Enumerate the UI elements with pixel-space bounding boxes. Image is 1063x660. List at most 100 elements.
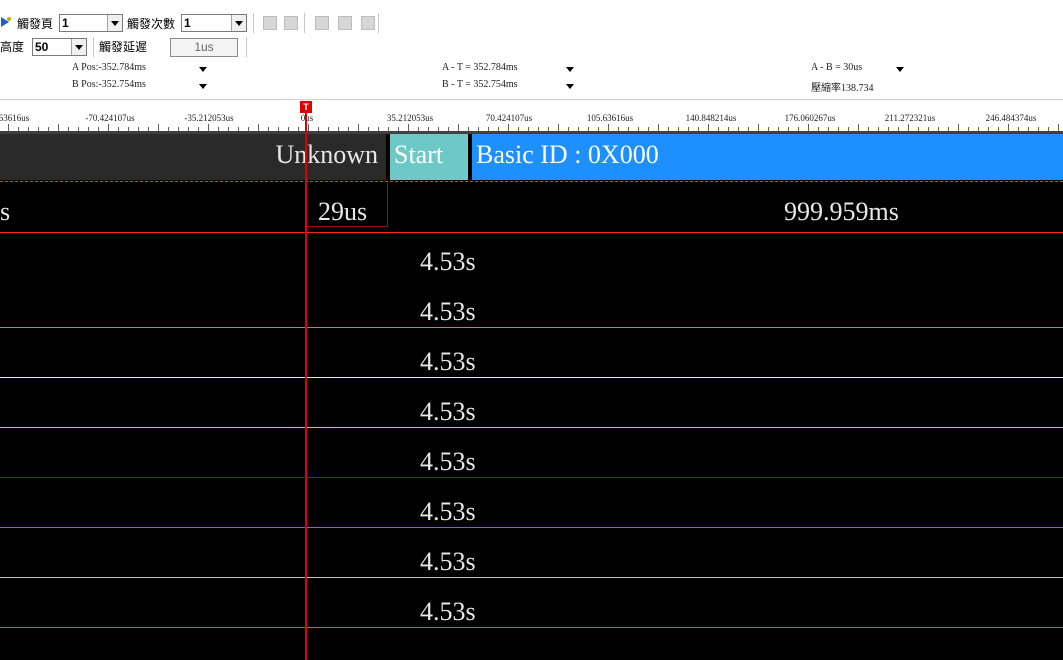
ruler-tick [858, 124, 859, 131]
chevron-down-icon[interactable] [107, 15, 122, 31]
ruler-tick-label: 211.272321us [884, 113, 936, 123]
a-position: A Pos:-352.784ms [72, 62, 146, 73]
compression-ratio: 壓縮率138.734 [811, 83, 874, 94]
channel-divider [0, 477, 1063, 478]
ruler-tick [178, 127, 179, 131]
decode-start-label: Start [394, 140, 444, 169]
ruler-tick [358, 124, 359, 131]
ruler-tick-label: 176.060267us [784, 113, 836, 123]
time-ruler[interactable]: 63616us -70.424107us -35.212053us 0us 35.212… [0, 100, 1063, 134]
ruler-tick-label: 63616us [0, 113, 30, 123]
decode-segment-unknown[interactable]: Unknown [0, 134, 386, 180]
ruler-tick [978, 127, 979, 131]
display-toolbar: 高度 50 觸發延遲 [0, 35, 1063, 59]
height-select[interactable]: 50 [32, 38, 87, 56]
ruler-tick-label: 140.848214us [685, 113, 737, 123]
chevron-down-icon[interactable] [199, 67, 207, 72]
ruler-tick [258, 124, 259, 131]
decode-unknown-label: Unknown [275, 140, 378, 169]
ruler-tick [278, 127, 279, 131]
trigger-page-select[interactable]: 1 [59, 14, 123, 32]
ruler-tick [348, 127, 349, 131]
ruler-tick [458, 124, 459, 131]
pulse-width-box [307, 183, 388, 227]
trigger-page-value: 1 [62, 16, 69, 30]
ruler-tick [908, 124, 909, 131]
ruler-tick [618, 127, 619, 131]
chevron-down-icon[interactable] [71, 39, 86, 55]
toolbar-divider [246, 37, 247, 57]
ruler-tick [1008, 124, 1009, 131]
current-trigger-icon[interactable] [338, 16, 352, 30]
ruler-tick [668, 127, 669, 131]
ruler-tick [468, 127, 469, 131]
channel-duration: 4.53s [420, 447, 476, 476]
ruler-tick [288, 127, 289, 131]
channel-duration: 4.53s [420, 597, 476, 626]
ruler-tick [708, 124, 709, 131]
a-minus-t: A - T = 352.784ms [442, 62, 518, 73]
ruler-tick [878, 127, 879, 131]
channel-duration: 4.53s [420, 497, 476, 526]
ruler-tick [128, 127, 129, 131]
ruler-tick-label: -35.212053us [184, 113, 234, 123]
trigger-count-select[interactable]: 1 [181, 14, 247, 32]
decode-segment-basic-id[interactable]: Basic ID : 0X000 [472, 134, 1063, 180]
ruler-tick [718, 127, 719, 131]
ruler-tick [1048, 127, 1049, 131]
ruler-tick [748, 127, 749, 131]
ruler-tick [268, 127, 269, 131]
ruler-tick [898, 127, 899, 131]
ruler-tick [508, 124, 509, 131]
ruler-tick-label: 105.63616us [586, 113, 634, 123]
ruler-tick [48, 127, 49, 131]
prev-trigger-icon[interactable] [315, 16, 329, 30]
ruler-tick [628, 127, 629, 131]
ruler-tick [68, 127, 69, 131]
channel-divider [0, 427, 1063, 428]
align-left-icon[interactable] [263, 16, 277, 30]
ruler-tick [248, 127, 249, 131]
next-trigger-icon[interactable] [361, 16, 375, 30]
ruler-tick [238, 127, 239, 131]
ruler-tick [528, 127, 529, 131]
ruler-tick [648, 127, 649, 131]
ruler-tick [558, 124, 559, 131]
channel-duration: 4.53s [420, 247, 476, 276]
ruler-tick [398, 127, 399, 131]
ruler-tick [758, 124, 759, 131]
ruler-tick [368, 127, 369, 131]
channel-duration: 4.53s [420, 297, 476, 326]
trigger-delay-button[interactable]: 1us [170, 38, 238, 57]
trigger-page-label: 觸發頁 [17, 17, 54, 31]
decode-basic-id-label: Basic ID : 0X000 [476, 140, 659, 169]
ruler-tick [1058, 124, 1059, 131]
align-right-icon[interactable] [284, 16, 298, 30]
ruler-tick [448, 127, 449, 131]
ruler-tick [588, 127, 589, 131]
chevron-down-icon[interactable] [566, 84, 574, 89]
ruler-tick [198, 127, 199, 131]
ruler-tick [838, 127, 839, 131]
trigger-marker[interactable]: T [300, 101, 312, 113]
decode-segment-start[interactable]: Start [390, 134, 468, 180]
ruler-tick [428, 127, 429, 131]
height-label: 高度 [0, 40, 25, 54]
channel-duration: 4.53s [420, 347, 476, 376]
cursor-info-bar: A Pos:-352.784ms B Pos:-352.754ms A - T … [0, 59, 1063, 100]
chevron-down-icon[interactable] [896, 67, 904, 72]
waveform-area[interactable]: Unknown Start Basic ID : 0X000 s 29us 99… [0, 134, 1063, 660]
chevron-down-icon[interactable] [566, 67, 574, 72]
ruler-tick [968, 127, 969, 131]
channel-divider [0, 377, 1063, 378]
trigger-settings-icon[interactable] [0, 15, 12, 29]
ruler-tick [538, 127, 539, 131]
chevron-down-icon[interactable] [199, 84, 207, 89]
ruler-tick [658, 124, 659, 131]
ruler-tick [218, 127, 219, 131]
ruler-tick-label: 246.484374us [985, 113, 1037, 123]
ruler-tick [738, 127, 739, 131]
chevron-down-icon[interactable] [231, 15, 246, 31]
ruler-tick [58, 124, 59, 131]
trigger-cursor-line[interactable] [305, 113, 307, 660]
